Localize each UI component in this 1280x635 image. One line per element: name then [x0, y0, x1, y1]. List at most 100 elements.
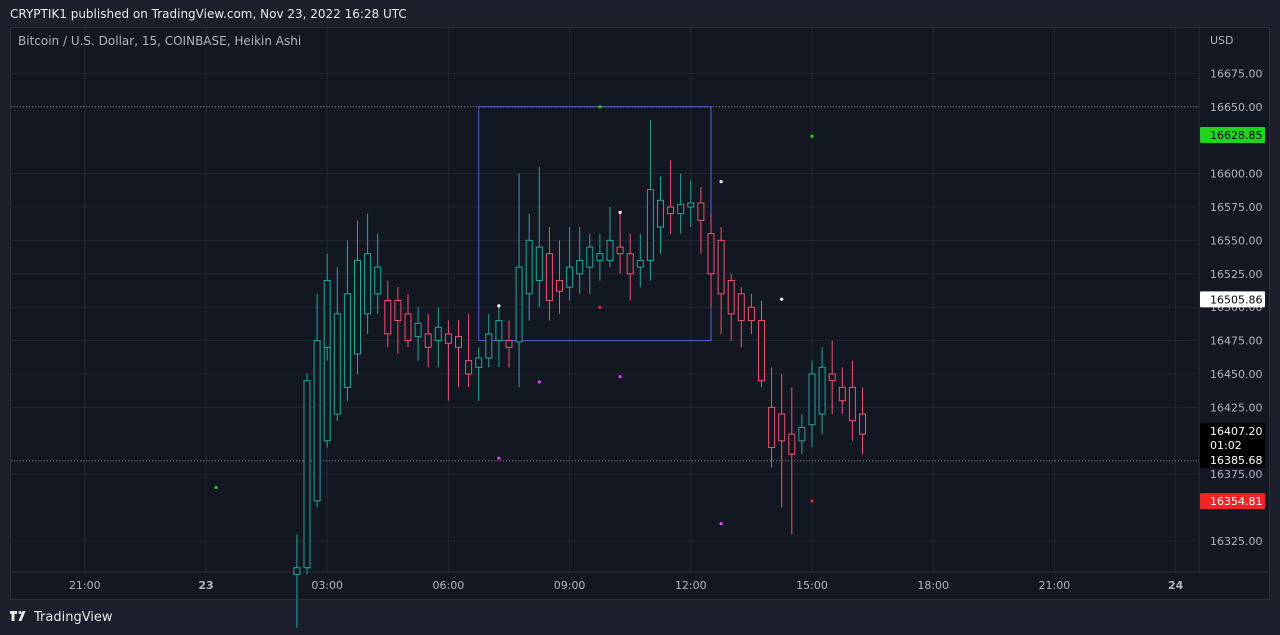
time-axis-tick: 23 — [198, 579, 213, 592]
candle-body — [747, 306, 755, 322]
price-axis-tick: 16675.00 — [1210, 67, 1263, 80]
candle-body — [838, 386, 846, 402]
candle-body — [818, 366, 826, 415]
price-tag-value: 16385.68 — [1210, 454, 1263, 467]
signal-marker — [618, 375, 622, 379]
candle-body — [707, 233, 715, 275]
price-axis-tick: 16475.00 — [1210, 335, 1263, 348]
time-axis-tick: 18:00 — [917, 579, 949, 592]
candle-body — [646, 189, 654, 261]
price-axis-currency: USD — [1210, 34, 1234, 47]
time-axis-tick: 21:00 — [69, 579, 101, 592]
candle-body — [586, 246, 594, 268]
candle-body — [788, 433, 796, 455]
candle-body — [808, 373, 816, 426]
candle-body — [545, 253, 553, 302]
candle-body — [495, 320, 503, 342]
signal-marker — [497, 304, 501, 308]
candle-body — [333, 313, 341, 415]
candle-body — [758, 320, 765, 382]
candle-body — [848, 386, 856, 422]
signal-marker — [598, 105, 602, 109]
candle-body — [313, 340, 321, 502]
footer-brand: TradingView — [34, 609, 113, 625]
candle-body — [626, 253, 634, 275]
range-box — [478, 106, 712, 342]
candle-body — [677, 203, 685, 215]
signal-marker — [618, 210, 622, 214]
candle-body — [475, 357, 483, 368]
candle-body — [293, 567, 301, 575]
price-axis-tick: 16575.00 — [1210, 201, 1263, 214]
candle-body — [727, 279, 735, 315]
signal-marker — [719, 180, 723, 184]
candle-body — [657, 199, 664, 228]
signal-marker — [537, 380, 541, 384]
tradingview-logo-icon — [10, 611, 26, 621]
candle-body — [859, 413, 866, 435]
candle-body — [303, 380, 311, 569]
signal-marker — [214, 485, 218, 490]
footer: TradingView — [10, 607, 113, 627]
candle-body — [515, 266, 523, 343]
candle-body — [424, 333, 432, 348]
time-axis-tick: 21:00 — [1039, 579, 1071, 592]
candle-body — [778, 413, 786, 442]
candle-body — [667, 206, 675, 215]
candle-body — [394, 300, 402, 322]
signal-marker — [810, 134, 814, 138]
signal-marker — [497, 456, 501, 460]
price-axis-tick: 16375.00 — [1210, 468, 1263, 481]
price-axis-tick: 16425.00 — [1210, 401, 1263, 414]
candle-body — [576, 259, 584, 275]
candle-body — [535, 246, 543, 281]
price-tag-value: 16407.20 — [1210, 425, 1263, 438]
candle-body — [434, 326, 442, 342]
price-axis-tick: 16325.00 — [1210, 535, 1263, 548]
price-axis-tick: 16650.00 — [1210, 101, 1263, 114]
time-axis-tick: 12:00 — [675, 579, 707, 592]
price-tag-value: 16505.86 — [1210, 293, 1263, 306]
candle-body — [505, 340, 513, 348]
candle-body — [636, 259, 644, 268]
signal-marker — [598, 305, 602, 309]
candle-body — [414, 322, 422, 338]
price-axis-tick: 16600.00 — [1210, 168, 1263, 181]
candle-body — [384, 300, 392, 335]
signal-marker — [810, 499, 814, 503]
time-axis-tick: 09:00 — [554, 579, 586, 592]
candle-body — [404, 313, 412, 342]
candle-body — [525, 239, 533, 295]
time-axis-tick: 06:00 — [433, 579, 465, 592]
candle-body — [606, 239, 614, 261]
candle-body — [717, 239, 725, 295]
price-axis-tick: 16550.00 — [1210, 234, 1263, 247]
candle-body — [828, 373, 836, 382]
candle-body — [737, 293, 745, 322]
symbol-label: Bitcoin / U.S. Dollar, 15, COINBASE, Hei… — [18, 34, 302, 48]
candle-body — [798, 426, 806, 442]
candle-body — [354, 259, 361, 355]
candle-body — [616, 246, 624, 255]
candle-body — [444, 333, 452, 344]
candle-body — [485, 333, 493, 359]
candle-body — [343, 293, 351, 388]
candle-body — [323, 279, 331, 348]
time-axis-tick: 24 — [1168, 579, 1184, 592]
candle-body — [697, 202, 705, 221]
price-axis-tick: 16525.00 — [1210, 268, 1263, 281]
candle-body — [374, 266, 382, 295]
time-axis-tick: 15:00 — [796, 579, 828, 592]
candle-body — [465, 360, 473, 375]
candle-body — [768, 406, 776, 448]
candle-body — [323, 346, 331, 442]
candle-body — [455, 336, 462, 348]
candle-body — [687, 202, 695, 208]
price-tag-value: 16354.81 — [1210, 495, 1263, 508]
price-axis-tick: 16450.00 — [1210, 368, 1263, 381]
time-axis-tick: 03:00 — [311, 579, 343, 592]
signal-marker — [780, 297, 784, 301]
candle-body — [556, 279, 563, 292]
chart-canvas[interactable]: USD 16325.00 16375.00 16425.00 16450.00 16475… — [0, 0, 1280, 635]
candle-body — [566, 266, 574, 288]
